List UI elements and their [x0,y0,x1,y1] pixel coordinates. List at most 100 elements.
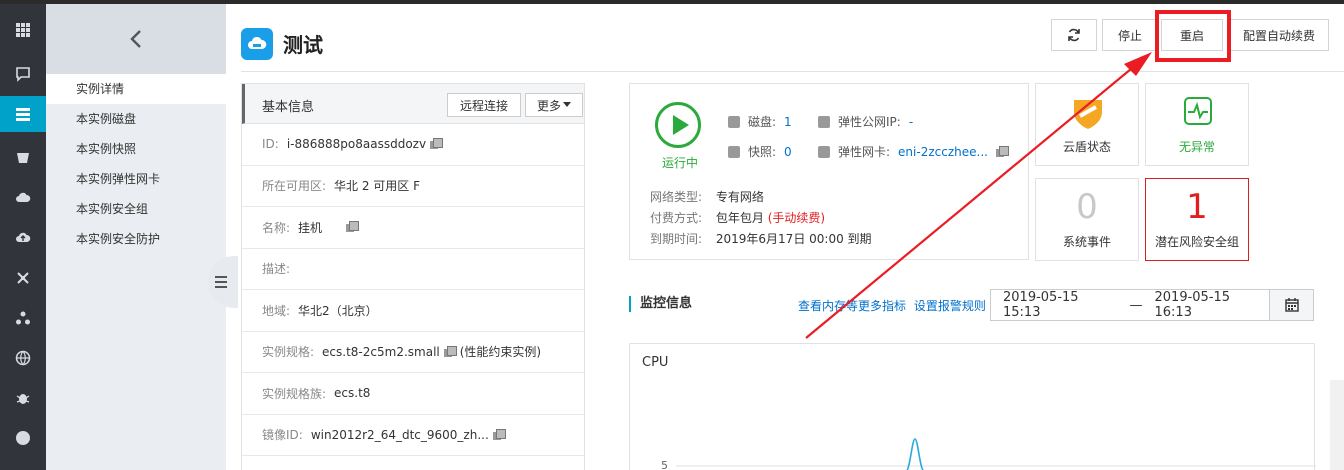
copy-icon[interactable] [443,345,457,358]
info-key: 镜像ID: [262,428,303,443]
apps-grid-icon[interactable] [0,12,46,48]
copy-icon[interactable] [430,138,444,150]
ecs-instance-icon [241,28,273,60]
info-key: 所在可用区: [262,179,327,194]
eni-value[interactable]: eni-2zcczhee... [898,145,988,159]
storage-icon[interactable] [0,140,46,176]
network-type-value: 专有网络 [715,190,764,204]
expire-key: 到期时间: [650,232,703,246]
server-list-icon[interactable] [0,96,46,132]
restart-highlight-box [1155,10,1231,62]
info-row-image-id: 镜像ID: win2012r2_64_dtc_9600_zh... [242,415,584,456]
more-metrics-link[interactable]: 查看内存等更多指标 [798,299,906,313]
pay-type-key: 付费方式: [650,211,703,225]
monitor-title: 监控信息 [629,296,692,312]
snapshot-label: 快照: [748,145,777,159]
health-status-tile[interactable]: 无异常 [1145,83,1249,166]
snapshot-count[interactable]: 快照: 0 [728,143,792,160]
basic-info-panel: 基本信息 远程连接 更多 ID: i-886888po8aassddozv 所在… [241,83,585,470]
refresh-button[interactable] [1051,19,1097,51]
menu-icon [215,276,227,288]
snapshot-number[interactable]: 0 [784,145,792,159]
info-row-region: 地域: 华北2（北京） [242,290,584,332]
instance-status-card: 运行中 磁盘: 1 快照: 0 弹性公网IP: - 弹性网卡: eni-2zcc… [629,83,1029,260]
expire-row: 到期时间: 2019年6月17日 00:00 到期 [650,230,872,247]
vertical-scrollbar[interactable] [1330,380,1344,470]
info-value: win2012r2_64_dtc_9600_zh... [310,427,489,442]
info-key: 地域: [262,303,291,318]
network-icon[interactable] [0,260,46,296]
cpu-line [676,438,1316,470]
copy-icon[interactable] [995,145,1009,158]
shield-status-tile[interactable]: 云盾状态 [1035,83,1139,166]
pay-type-row: 付费方式: 包年包月 (手动续费) [650,209,825,226]
circle-icon[interactable] [0,420,46,456]
basic-info-header: 基本信息 远程连接 更多 [242,84,584,124]
calendar-button[interactable] [1270,289,1314,321]
edit-copy-icon[interactable] [346,221,360,233]
copy-icon[interactable] [492,428,506,441]
info-row-id: ID: i-886888po8aassddozv [242,124,584,166]
refresh-icon [1068,28,1080,42]
info-value: 挂机 [298,220,323,235]
disk-icon [728,115,740,128]
stop-button[interactable]: 停止 [1102,19,1158,51]
date-separator: — [1129,297,1143,313]
eni-info: 弹性网卡: eni-2zcczhee... [818,143,1009,160]
info-row-name: 名称: 挂机 [242,207,584,249]
subnav-item-snapshots[interactable]: 本实例快照 [46,134,226,164]
info-row-spec: 实例规格: ecs.t8-2c5m2.small (性能约束实例) [242,332,584,373]
info-extra: (性能约束实例) [459,345,542,360]
cluster-icon[interactable] [0,300,46,336]
network-type-key: 网络类型: [650,190,703,204]
eip-icon [818,115,830,128]
subnav-item-security-group[interactable]: 本实例安全组 [46,194,226,224]
bug-icon[interactable] [0,380,46,416]
more-label: 更多 [536,98,561,113]
network-type-row: 网络类型: 专有网络 [650,188,764,205]
eni-label: 弹性网卡: [838,145,891,159]
globe-icon[interactable] [0,340,46,376]
subnav-item-disks[interactable]: 本实例磁盘 [46,104,226,134]
more-dropdown-button[interactable]: 更多 [525,93,583,117]
auto-renew-button[interactable]: 配置自动续费 [1229,19,1329,51]
date-from: 2019-05-15 15:13 [1003,290,1079,320]
collapse-button[interactable] [46,4,226,74]
remote-connect-button[interactable]: 远程连接 [447,93,521,117]
calendar-icon [1284,298,1299,312]
disk-number[interactable]: 1 [784,115,792,129]
message-icon[interactable] [0,56,46,92]
info-row-zone: 所在可用区: 华北 2 可用区 F [242,166,584,207]
snapshot-icon [728,145,740,158]
system-events-tile[interactable]: 0 系统事件 [1035,178,1139,261]
date-range-input[interactable]: 2019-05-15 15:13 — 2019-05-15 16:13 [990,289,1270,321]
info-row-description: 描述: [242,249,584,290]
running-status-label: 运行中 [662,156,699,170]
subnav-item-eni[interactable]: 本实例弹性网卡 [46,164,226,194]
cloud-icon[interactable] [0,180,46,216]
alarm-rule-link[interactable]: 设置报警规则 [914,299,986,313]
risk-security-group-count: 1 [1186,187,1208,227]
info-key: 实例规格族: [262,386,327,401]
info-row-spec-family: 实例规格族: ecs.t8 [242,373,584,415]
info-value: ecs.t8 [334,386,371,401]
caret-down-icon [563,102,571,107]
date-to: 2019-05-15 16:13 [1154,290,1231,320]
info-value: ecs.t8-2c5m2.small [322,344,440,359]
subnav-item-security-protection[interactable]: 本实例安全防护 [46,224,226,254]
system-events-label: 系统事件 [1062,235,1111,249]
subnav-item-instance-detail[interactable]: 实例详情 [46,74,226,104]
monitor-links: 查看内存等更多指标 设置报警规则 [798,297,990,314]
cpu-chart: CPU 5 [629,343,1316,470]
pulse-monitor-icon [1184,97,1212,125]
expire-value: 2019年6月17日 00:00 到期 [715,232,872,246]
info-key: ID: [262,137,279,152]
risk-security-group-label: 潜在风险安全组 [1154,235,1239,249]
disk-count[interactable]: 磁盘: 1 [728,113,792,130]
cloud-upload-icon[interactable] [0,220,46,256]
risk-security-group-tile[interactable]: 1 潜在风险安全组 [1145,178,1249,261]
eip-info: 弹性公网IP: - [818,113,913,130]
shield-icon [1074,100,1102,129]
chevron-left-icon [130,30,141,48]
eni-icon [818,145,830,158]
